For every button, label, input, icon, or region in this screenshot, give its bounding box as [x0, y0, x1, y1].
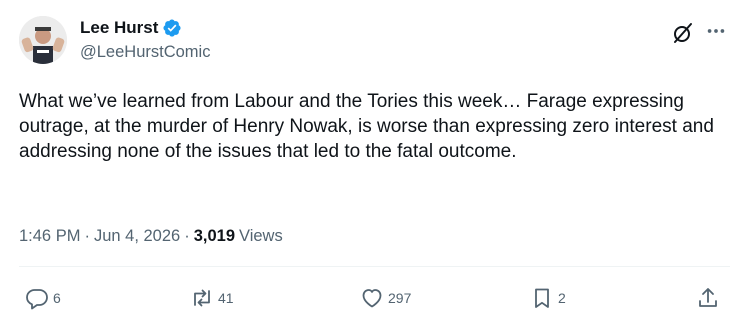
meta-separator: ·	[84, 227, 90, 245]
avatar-image	[19, 16, 67, 64]
author-handle[interactable]: @LeeHurstComic	[80, 43, 210, 62]
author-name-row: Lee Hurst	[80, 18, 182, 38]
more-icon	[707, 29, 725, 33]
tweet-card: Lee Hurst @LeeHurstComic What we’ve lear…	[0, 0, 749, 328]
avatar[interactable]	[19, 16, 67, 64]
tweet-date[interactable]: Jun 4, 2026	[94, 227, 180, 246]
tweet-time[interactable]: 1:46 PM	[19, 227, 80, 246]
repost-count: 41	[218, 290, 234, 306]
grok-button[interactable]	[670, 20, 696, 46]
repost-button[interactable]: 41	[190, 286, 234, 310]
like-button[interactable]: 297	[360, 286, 411, 310]
more-options-button[interactable]	[703, 18, 729, 44]
bookmark-count: 2	[558, 290, 566, 306]
repost-icon	[194, 289, 210, 307]
reply-icon	[26, 289, 48, 310]
grok-icon	[674, 23, 692, 43]
meta-separator: ·	[184, 227, 190, 245]
share-icon	[699, 288, 717, 307]
like-count: 297	[388, 290, 412, 306]
divider	[19, 266, 730, 267]
tweet-meta: 1:46 PM · Jun 4, 2026 · 3,019 Views	[19, 227, 283, 246]
bookmark-icon	[535, 288, 549, 308]
bookmark-button[interactable]: 2	[530, 286, 566, 310]
share-button[interactable]	[696, 286, 720, 310]
reply-button[interactable]: 6	[25, 286, 61, 310]
heart-icon	[362, 289, 382, 308]
verified-badge-icon[interactable]	[162, 18, 182, 38]
views-label[interactable]: Views	[239, 227, 283, 246]
views-count[interactable]: 3,019	[194, 227, 235, 246]
tweet-text: What we’ve learned from Labour and the T…	[19, 91, 720, 162]
reply-count: 6	[53, 290, 61, 306]
display-name[interactable]: Lee Hurst	[80, 18, 158, 38]
